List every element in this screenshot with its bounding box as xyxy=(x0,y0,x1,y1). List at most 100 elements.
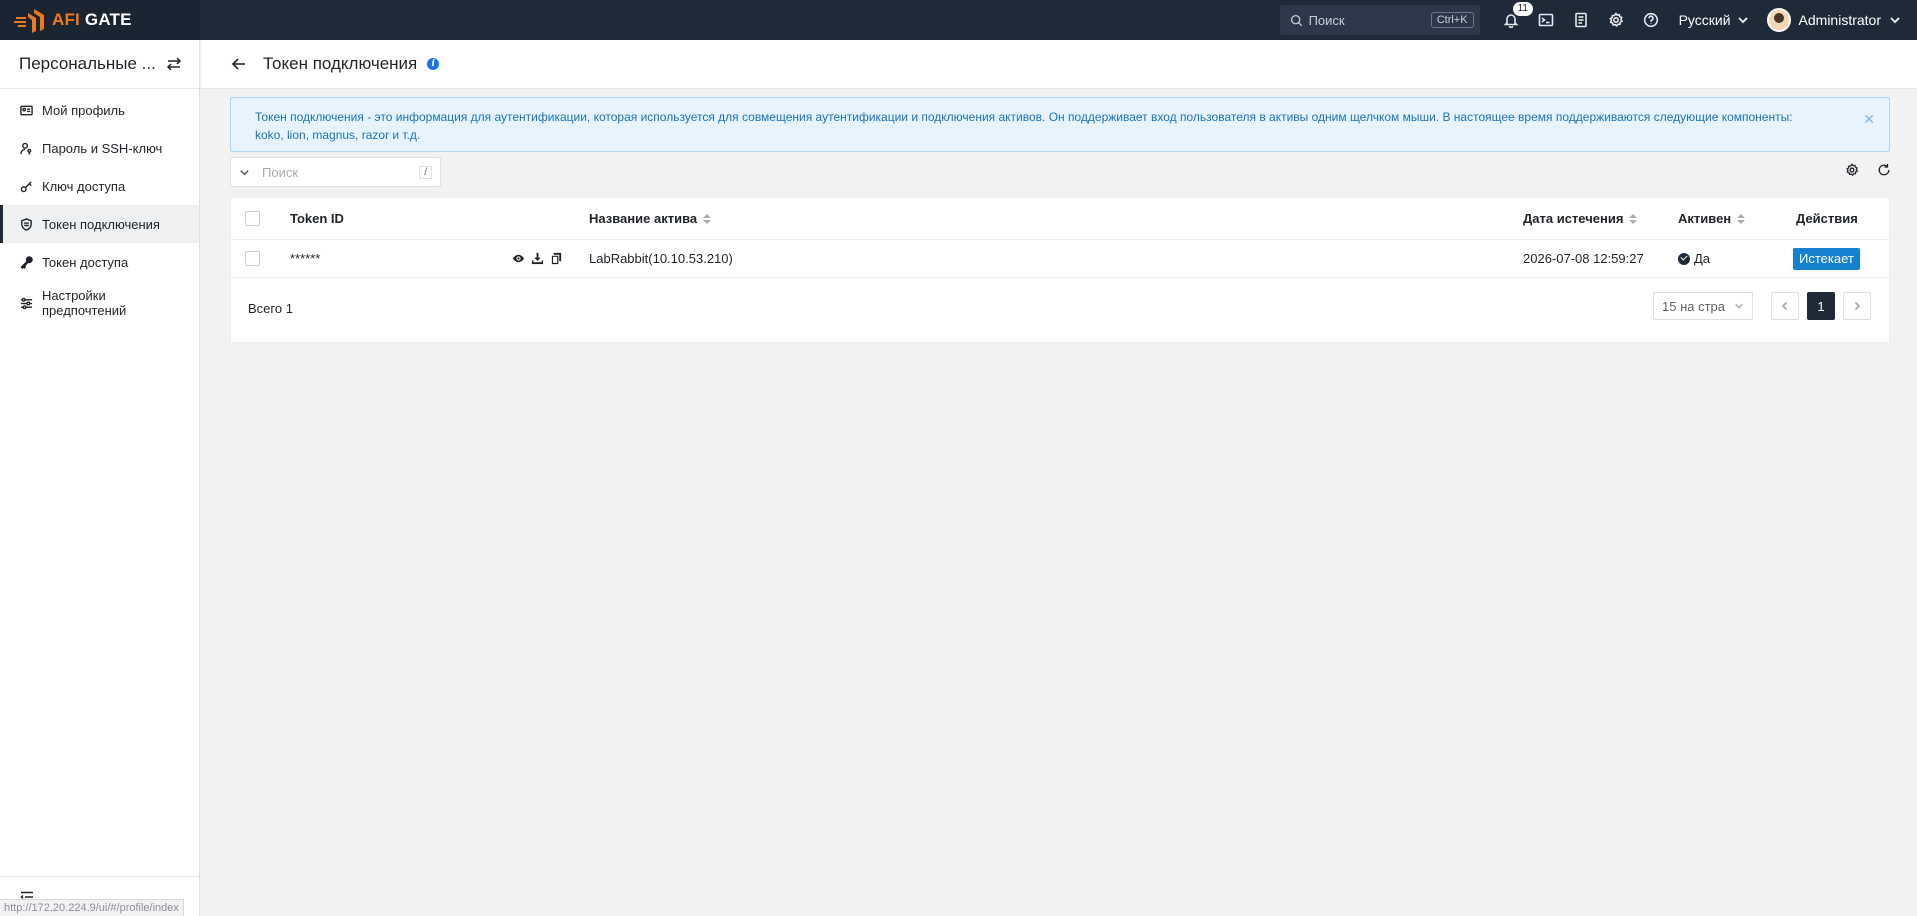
row-checkbox[interactable] xyxy=(245,240,260,277)
actions-cell: Истекает xyxy=(1793,240,1860,277)
user-key-icon xyxy=(20,142,32,155)
top-navigation-bar: AFI GATE Поиск Ctrl+K 11 Русский Adminis… xyxy=(0,0,1917,40)
settings-button[interactable] xyxy=(1599,0,1634,40)
sort-icon[interactable] xyxy=(1629,213,1638,224)
table-tools xyxy=(1845,163,1891,177)
page-number-button[interactable]: 1 xyxy=(1807,292,1835,320)
alert-text: Токен подключения - это информация для а… xyxy=(255,110,1793,142)
asset-name: LabRabbit(10.10.53.210) xyxy=(589,251,733,266)
chevron-left-icon xyxy=(1781,301,1788,311)
download-icon[interactable] xyxy=(531,252,544,265)
expiration-date: 2026-07-08 12:59:27 xyxy=(1523,251,1644,266)
close-icon[interactable]: ✕ xyxy=(1863,110,1875,128)
column-label: Дата истечения xyxy=(1523,211,1624,226)
sidebar-item-password-ssh[interactable]: Пароль и SSH-ключ xyxy=(0,129,199,167)
column-header-token-id: Token ID xyxy=(290,198,344,239)
column-header-asset[interactable]: Название актива xyxy=(589,198,712,239)
sliders-icon xyxy=(20,297,33,309)
help-button[interactable] xyxy=(1634,0,1669,40)
sidebar-item-connection-token[interactable]: Токен подключения xyxy=(0,205,199,243)
info-icon[interactable]: i xyxy=(427,58,440,70)
global-search-input[interactable]: Поиск Ctrl+K xyxy=(1279,5,1480,35)
sidebar-header: Персональные ... xyxy=(0,40,199,89)
checkbox[interactable] xyxy=(245,211,260,226)
sidebar-item-preferences[interactable]: Настройки предпочтений xyxy=(0,281,199,325)
chevron-down-icon xyxy=(1735,303,1743,309)
column-header-actions: Действия xyxy=(1796,198,1858,239)
sidebar-item-access-key[interactable]: Ключ доступа xyxy=(0,167,199,205)
table-row: ****** LabRabbit(10.10.53.210) 2026-07-0… xyxy=(231,240,1889,278)
page-size-value: 15 на стра xyxy=(1662,298,1726,314)
copy-icon[interactable] xyxy=(550,252,563,265)
total-count: Всего 1 xyxy=(248,301,293,316)
token-actions xyxy=(512,240,563,277)
gear-icon[interactable] xyxy=(1845,163,1859,177)
table-search-placeholder: Поиск xyxy=(262,164,299,180)
brand-logo[interactable]: AFI GATE xyxy=(0,0,200,40)
help-icon xyxy=(1643,12,1659,28)
eye-icon[interactable] xyxy=(512,252,525,265)
tokens-table: Token ID Название актива Дата истечения … xyxy=(230,197,1890,343)
sidebar-item-label: Токен подключения xyxy=(42,216,160,232)
language-label: Русский xyxy=(1678,12,1731,28)
page-title: Токен подключения xyxy=(263,54,418,73)
sidebar-item-label: Пароль и SSH-ключ xyxy=(42,140,163,156)
sidebar-item-label: Мой профиль xyxy=(42,102,125,118)
select-all-checkbox[interactable] xyxy=(245,198,260,239)
column-label: Token ID xyxy=(290,211,344,226)
token-id-cell: ****** xyxy=(290,240,320,277)
chevron-right-icon xyxy=(1854,301,1861,311)
web-terminal-button[interactable] xyxy=(1529,0,1564,40)
column-header-expires[interactable]: Дата истечения xyxy=(1523,198,1638,239)
terminal-icon xyxy=(1538,13,1554,27)
expire-button[interactable]: Истекает xyxy=(1793,247,1860,270)
sidebar: Персональные ... Мой профиль Пароль и SS… xyxy=(0,40,200,916)
info-alert: Токен подключения - это информация для а… xyxy=(230,97,1890,152)
search-icon xyxy=(1290,14,1302,26)
token-key-icon xyxy=(20,255,33,269)
sort-icon[interactable] xyxy=(1737,213,1746,224)
sidebar-item-access-token[interactable]: Токен доступа xyxy=(0,243,199,281)
column-header-active[interactable]: Активен xyxy=(1678,198,1746,239)
avatar xyxy=(1766,8,1791,32)
notifications-button[interactable]: 11 xyxy=(1494,0,1534,40)
table-search-input[interactable]: Поиск / xyxy=(230,157,441,187)
page-size-select[interactable]: 15 на стра xyxy=(1653,292,1753,320)
user-menu[interactable]: Administrator xyxy=(1766,8,1901,32)
page-header: Токен подключения i xyxy=(201,40,1917,89)
sidebar-item-label: Ключ доступа xyxy=(42,178,126,194)
asset-cell: LabRabbit(10.10.53.210) xyxy=(589,240,733,277)
next-page-button[interactable] xyxy=(1843,292,1871,320)
column-label: Название актива xyxy=(589,211,698,226)
chevron-down-icon xyxy=(1890,17,1900,24)
language-selector[interactable]: Русский xyxy=(1679,12,1749,28)
token-id-value: ****** xyxy=(290,251,321,266)
column-label: Активен xyxy=(1678,211,1732,226)
table-header-row: Token ID Название актива Дата истечения … xyxy=(231,198,1889,240)
search-shortcut-hint: / xyxy=(419,165,432,179)
sidebar-item-label: Токен доступа xyxy=(42,254,129,270)
expires-cell: 2026-07-08 12:59:27 xyxy=(1523,240,1644,277)
checkbox[interactable] xyxy=(245,251,260,266)
sort-icon[interactable] xyxy=(703,213,712,224)
id-card-icon xyxy=(20,105,33,115)
sidebar-menu: Мой профиль Пароль и SSH-ключ Ключ досту… xyxy=(0,91,199,325)
refresh-icon[interactable] xyxy=(1877,163,1891,177)
ticket-icon xyxy=(1575,12,1587,28)
sidebar-title: Персональные ... xyxy=(19,54,156,73)
search-shortcut-hint: Ctrl+K xyxy=(1430,12,1474,28)
shield-icon xyxy=(21,217,32,231)
gear-icon xyxy=(1609,12,1624,28)
column-label: Действия xyxy=(1796,211,1858,226)
global-search-placeholder: Поиск xyxy=(1308,12,1345,28)
user-name: Administrator xyxy=(1798,12,1881,28)
brand-name: AFI GATE xyxy=(52,10,132,29)
sidebar-item-my-profile[interactable]: Мой профиль xyxy=(0,91,199,129)
key-icon xyxy=(20,180,32,192)
prev-page-button[interactable] xyxy=(1771,292,1799,320)
switch-view-icon[interactable] xyxy=(166,56,182,72)
table-footer: Всего 1 15 на стра 1 xyxy=(231,278,1889,342)
back-arrow-icon[interactable] xyxy=(231,56,247,72)
check-circle-icon xyxy=(1678,252,1690,265)
tickets-button[interactable] xyxy=(1564,0,1599,40)
